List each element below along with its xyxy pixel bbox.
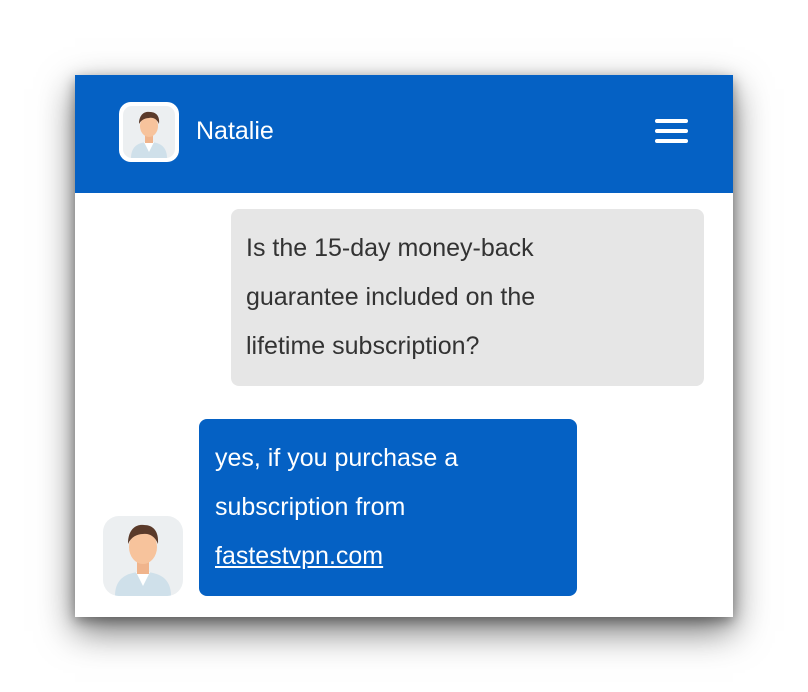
- message-list: Is the 15-day money-back guarantee inclu…: [75, 193, 733, 617]
- contact-name: Natalie: [196, 117, 274, 145]
- message-line: guarantee included on the: [246, 283, 536, 311]
- agent-avatar-icon: [103, 516, 183, 596]
- agent-message-bubble: yes, if you purchase a subscription from…: [199, 419, 577, 596]
- chat-window: Natalie Is the 15-day money-back guarant…: [75, 75, 733, 617]
- website-link[interactable]: fastestvpn.com: [215, 542, 383, 570]
- message-line: lifetime subscription?: [246, 332, 480, 360]
- hamburger-menu-icon[interactable]: [651, 115, 691, 147]
- message-line: subscription from: [215, 493, 406, 521]
- message-line: Is the 15-day money-back: [246, 234, 534, 262]
- person-avatar-icon: [119, 102, 179, 162]
- message-line: yes, if you purchase a: [215, 444, 459, 472]
- chat-header: Natalie: [75, 75, 733, 193]
- user-message-bubble: Is the 15-day money-back guarantee inclu…: [231, 209, 704, 386]
